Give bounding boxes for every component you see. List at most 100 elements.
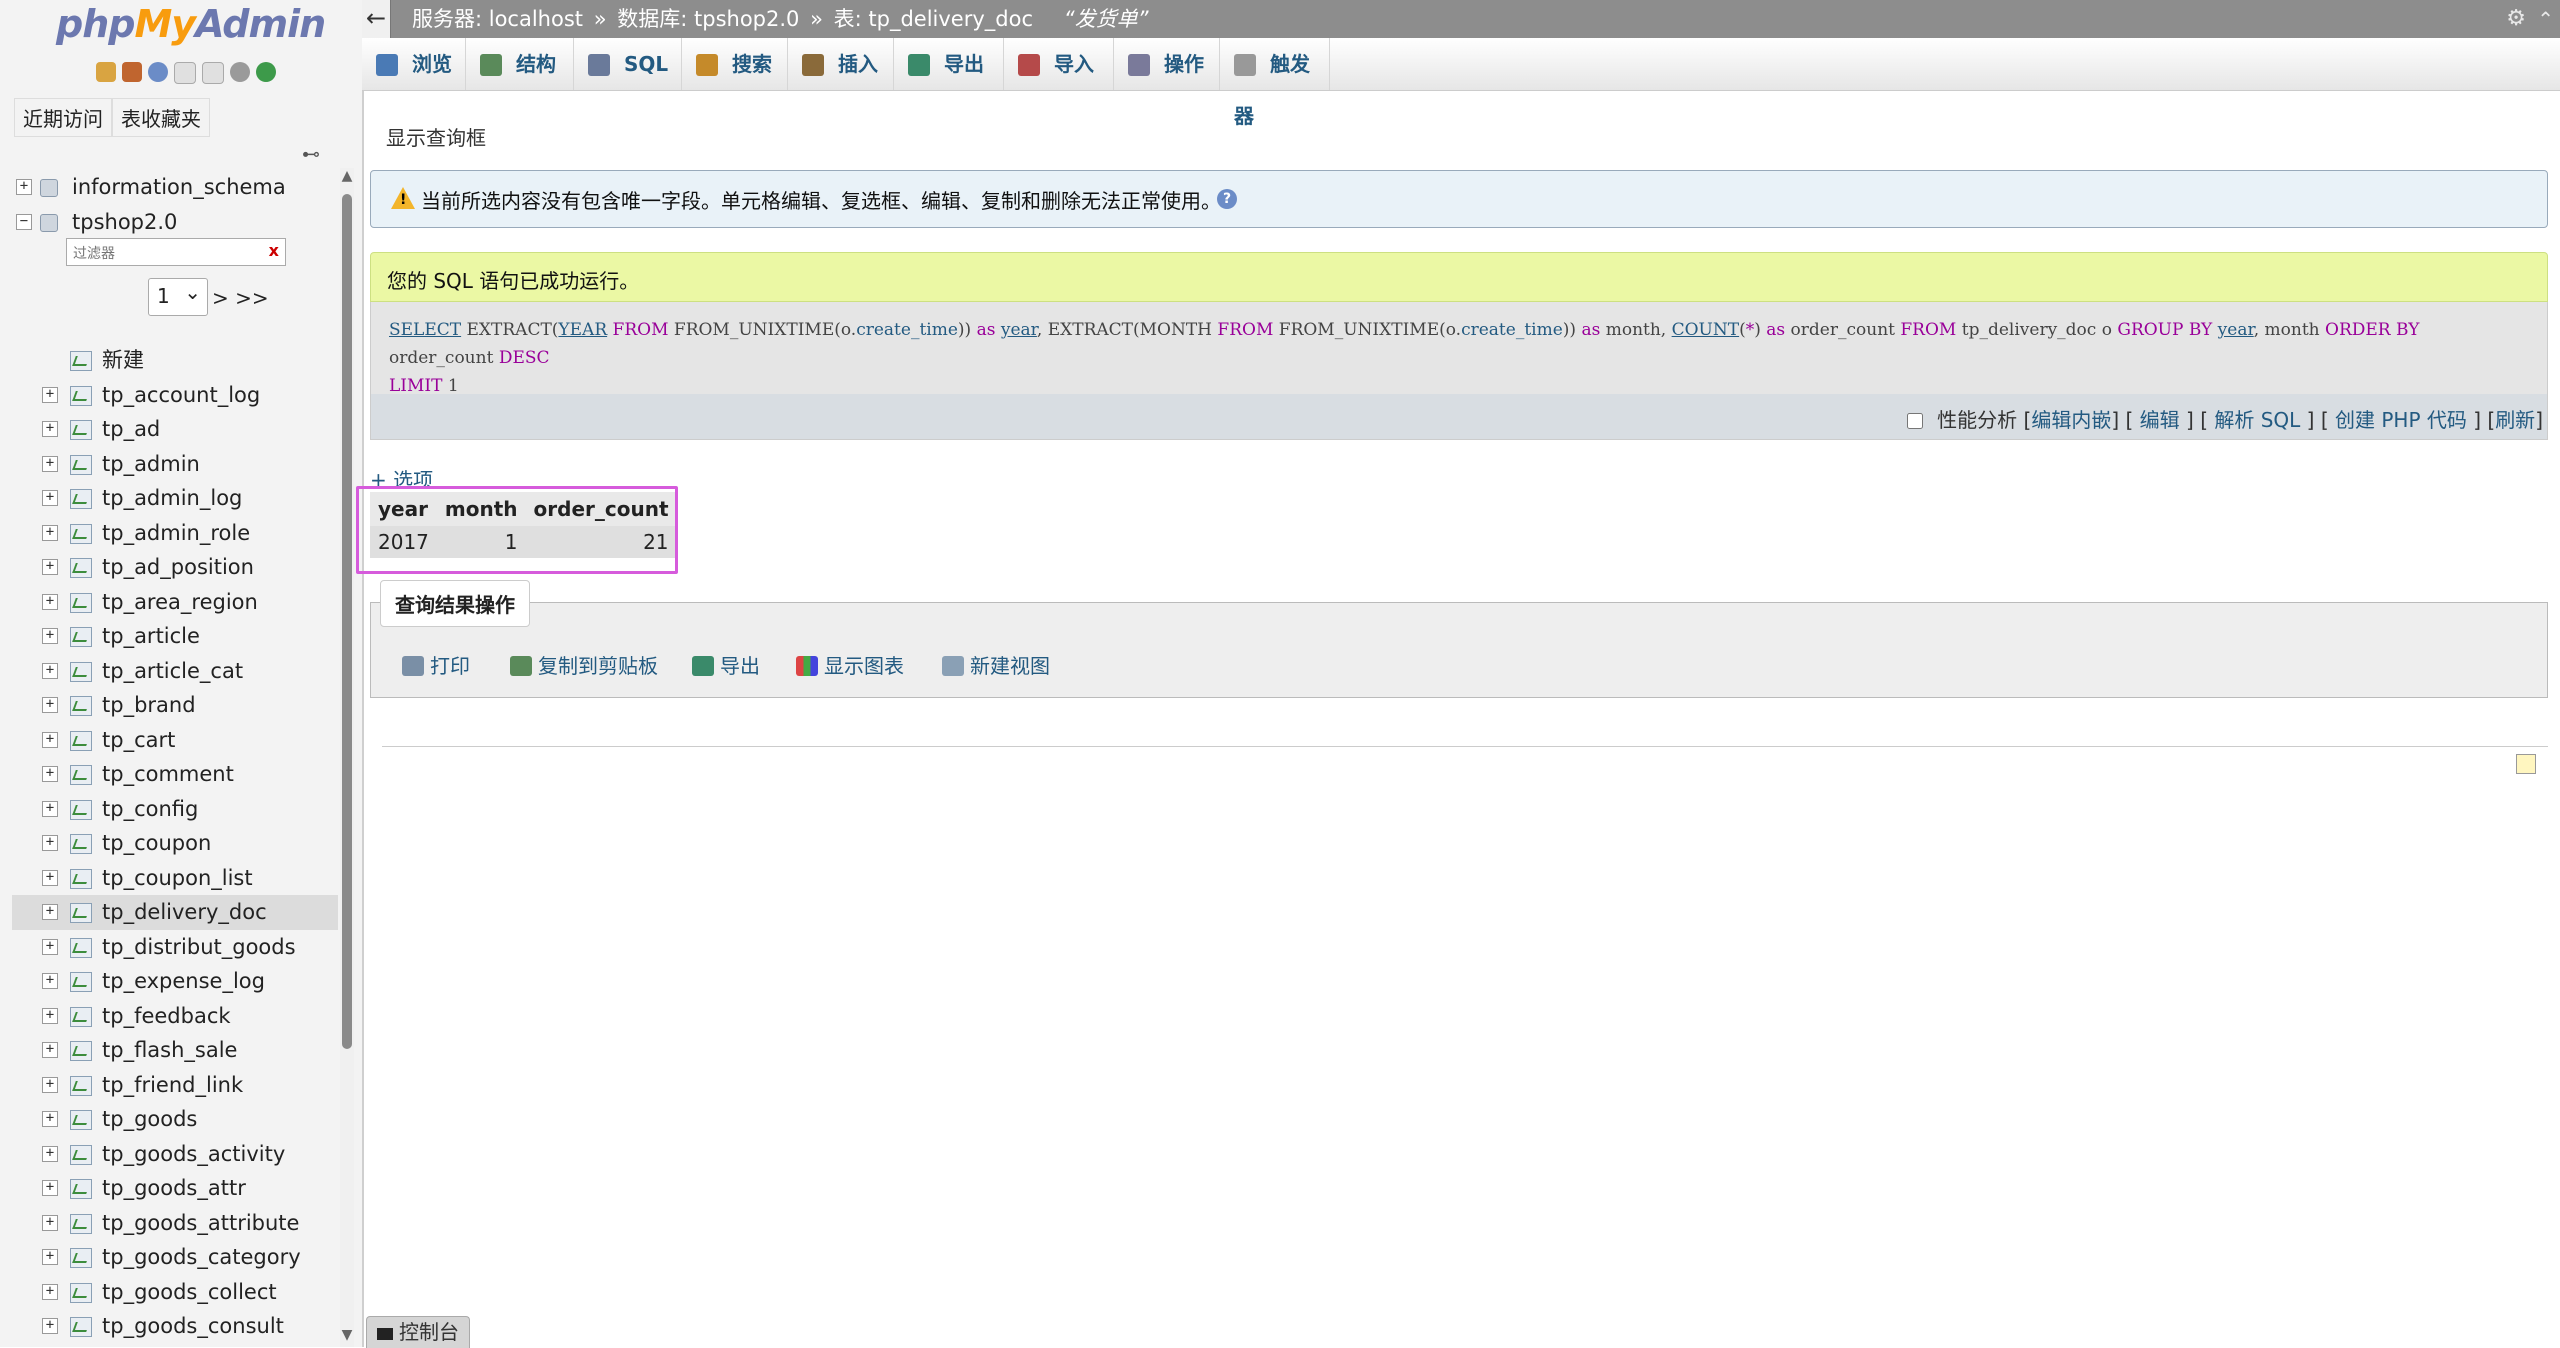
table-name-link[interactable]: tp_goods_collect [102, 1275, 277, 1309]
table-name-link[interactable]: tp_article [102, 619, 200, 653]
expand-icon[interactable]: + [42, 1283, 58, 1300]
table-icon[interactable] [70, 972, 92, 992]
reload-icon[interactable] [256, 62, 276, 82]
create-view-link[interactable]: 新建视图 [942, 650, 1050, 679]
table-name-link[interactable]: tp_coupon [102, 826, 211, 860]
collapse-nav-button[interactable]: ← [362, 0, 391, 38]
table-name-link[interactable]: tp_admin_log [102, 481, 242, 515]
table-name-link[interactable]: tp_goods_attr [102, 1171, 246, 1205]
table-name-link[interactable]: tp_area_region [102, 585, 258, 619]
display-chart-link[interactable]: 显示图表 [796, 650, 904, 679]
tab-import[interactable]: 导入 [1004, 38, 1114, 90]
table-icon[interactable] [70, 385, 92, 406]
tree-table-item[interactable]: + tp_goods_attr [12, 1171, 338, 1206]
scroll-down-icon[interactable]: ▼ [340, 1327, 354, 1347]
docs-icon[interactable] [174, 62, 196, 84]
table-name-link[interactable]: tp_distribut_goods [102, 930, 296, 964]
expand-icon[interactable]: + [42, 800, 58, 817]
tree-table-item[interactable]: + tp_expense_log [12, 964, 338, 999]
table-name-link[interactable]: tp_admin_role [102, 516, 250, 550]
tree-table-item[interactable]: + tp_goods [12, 1102, 338, 1137]
expand-icon[interactable]: + [42, 938, 58, 955]
tab-sql[interactable]: SQL [574, 38, 682, 90]
settings-gear-icon[interactable]: ⚙ [2506, 0, 2526, 38]
table-icon[interactable] [70, 489, 92, 509]
tree-table-item[interactable]: + tp_admin_role [12, 516, 338, 551]
table-icon[interactable] [70, 1317, 92, 1337]
expand-icon[interactable]: + [42, 973, 58, 989]
tree-table-item[interactable]: + tp_ad [12, 412, 338, 447]
table-name-link[interactable]: tp_article_cat [102, 654, 243, 688]
tree-table-item[interactable]: + tp_config [12, 792, 338, 827]
table-icon[interactable] [70, 799, 92, 820]
expand-icon[interactable]: + [42, 559, 58, 575]
tree-new-table[interactable]: 新建 [12, 343, 338, 378]
table-name-link[interactable]: tp_expense_log [102, 964, 265, 998]
tab-search[interactable]: 搜索 [682, 38, 788, 90]
tree-table-item[interactable]: + tp_account_log [12, 378, 338, 413]
tab-wrench[interactable]: 操作 [1114, 38, 1220, 90]
expand-icon[interactable]: + [42, 593, 58, 610]
table-icon[interactable] [70, 558, 92, 578]
tree-table-item[interactable]: + tp_comment [12, 757, 338, 792]
phpmyadmin-logo[interactable]: phpMyAdmin [56, 2, 326, 46]
table-icon[interactable] [70, 1248, 92, 1268]
table-name-link[interactable]: tp_flash_sale [102, 1033, 237, 1067]
tab-trigger[interactable]: 触发器 [1220, 38, 1330, 128]
table-icon[interactable] [70, 592, 92, 613]
table-name-link[interactable]: tp_goods [102, 1102, 197, 1136]
table-name-link[interactable]: tp_goods_category [102, 1240, 301, 1274]
home-icon[interactable] [96, 62, 116, 82]
tree-table-item[interactable]: + tp_ad_position [12, 550, 338, 585]
table-icon[interactable] [70, 834, 92, 854]
tree-table-item[interactable]: + tp_goods_consult [12, 1309, 338, 1344]
table-name-link[interactable]: tp_goods_activity [102, 1137, 285, 1171]
table-name-link[interactable]: tp_admin [102, 447, 200, 481]
tree-table-item[interactable]: + tp_delivery_doc [12, 895, 338, 930]
tab-structure[interactable]: 结构 [466, 38, 574, 90]
table-name-link[interactable]: tp_delivery_doc [102, 895, 267, 929]
tab-insert[interactable]: 插入 [788, 38, 894, 90]
profiling-checkbox[interactable] [1906, 413, 1923, 429]
table-icon[interactable] [70, 523, 92, 544]
tree-table-item[interactable]: +tp_goods_images [12, 1344, 338, 1348]
table-icon[interactable] [70, 627, 92, 647]
tree-table-item[interactable]: + tp_brand [12, 688, 338, 723]
table-icon[interactable] [70, 730, 92, 751]
expand-icon[interactable]: + [42, 628, 58, 644]
page-next-link[interactable]: > >> [212, 286, 269, 310]
table-name-link[interactable]: tp_cart [102, 723, 175, 757]
expand-icon[interactable]: + [42, 662, 58, 679]
show-query-box-link[interactable]: 显示查询框 [386, 122, 486, 151]
expand-icon[interactable]: + [42, 697, 58, 713]
expand-icon[interactable]: + [42, 904, 58, 920]
tree-table-item[interactable]: + tp_distribut_goods [12, 930, 338, 965]
expand-icon[interactable]: + [42, 1042, 58, 1058]
table-icon[interactable] [70, 420, 92, 440]
expand-icon[interactable]: + [42, 731, 58, 748]
expand-icon[interactable]: + [42, 386, 58, 403]
expand-icon[interactable]: + [42, 421, 58, 437]
copy-to-clipboard-link[interactable]: 复制到剪贴板 [510, 650, 658, 679]
breadcrumb-server[interactable]: 服务器: localhost [412, 7, 583, 31]
table-name-link[interactable]: tp_account_log [102, 378, 260, 412]
table-icon[interactable] [70, 1006, 92, 1027]
console-toggle[interactable]: 控制台 [366, 1316, 470, 1348]
table-name-link[interactable]: tp_friend_link [102, 1068, 243, 1102]
expand-icon[interactable]: + [42, 1145, 58, 1162]
collapse-icon[interactable]: − [16, 213, 32, 230]
tree-db-tpshop[interactable]: − tpshop2.0 [12, 205, 338, 240]
table-icon[interactable] [70, 1144, 92, 1165]
bookmark-icon[interactable] [2516, 754, 2536, 774]
tree-table-item[interactable]: + tp_feedback [12, 999, 338, 1034]
expand-icon[interactable]: + [42, 869, 58, 886]
page-select[interactable]: 1 [148, 275, 208, 316]
table-icon[interactable] [70, 1213, 92, 1234]
print-link[interactable]: 打印 [402, 650, 470, 679]
clear-filter-icon[interactable]: x [269, 241, 279, 260]
table-icon[interactable] [70, 1179, 92, 1199]
create-php-link[interactable]: 创建 PHP 代码 [2335, 408, 2467, 432]
expand-icon[interactable]: + [42, 1180, 58, 1196]
expand-icon[interactable]: + [42, 1249, 58, 1265]
expand-icon[interactable]: + [42, 490, 58, 506]
